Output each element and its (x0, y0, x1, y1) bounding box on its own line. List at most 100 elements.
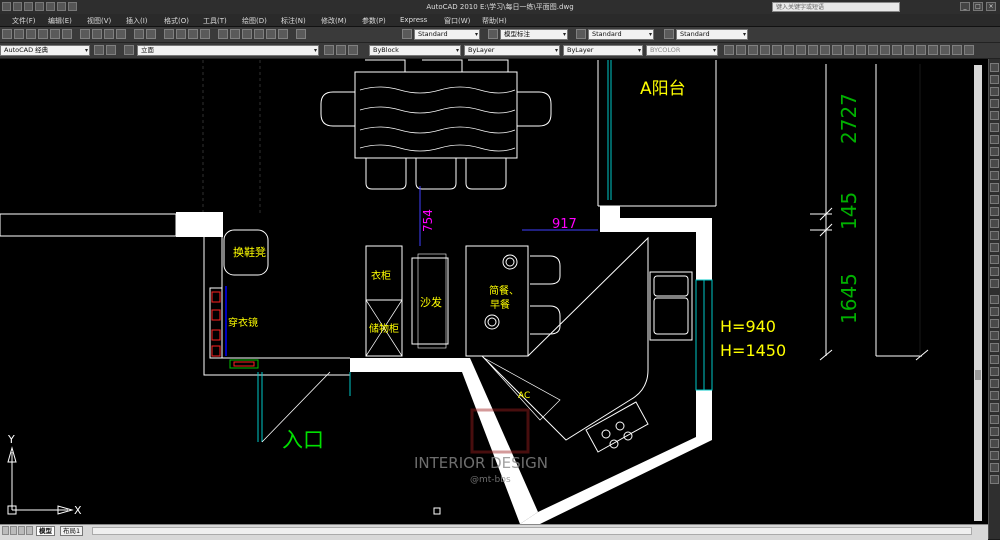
continue-dim-icon[interactable] (844, 45, 854, 55)
mirror-icon[interactable] (990, 319, 999, 328)
center-mark-icon[interactable] (892, 45, 902, 55)
paste-icon[interactable] (104, 29, 114, 39)
prev-tab-icon[interactable] (10, 526, 17, 535)
dim-style-manager-icon[interactable] (964, 45, 974, 55)
menu-tools[interactable]: 工具(T) (203, 16, 227, 26)
make-block-icon[interactable] (990, 207, 999, 216)
lineweight-combo[interactable]: ByLayer ▾ (563, 45, 643, 56)
join-icon[interactable] (990, 439, 999, 448)
baseline-dim-icon[interactable] (832, 45, 842, 55)
menu-edit[interactable]: 编辑(E) (48, 16, 72, 26)
menu-help[interactable]: 帮助(H) (482, 16, 507, 26)
properties-icon[interactable] (218, 29, 228, 39)
menu-parametric[interactable]: 参数(P) (362, 16, 386, 26)
menu-insert[interactable]: 插入(I) (126, 16, 148, 26)
region-icon[interactable] (990, 255, 999, 264)
layer-states-icon[interactable] (124, 45, 134, 55)
array-icon[interactable] (990, 343, 999, 352)
arc-length-icon[interactable] (748, 45, 758, 55)
last-tab-icon[interactable] (26, 526, 33, 535)
inspect-icon[interactable] (904, 45, 914, 55)
drawing-canvas[interactable]: A阳台 换鞋凳 穿衣镜 入口 衣柜 储物柜 沙发 简餐、 早餐 AC 754 9… (0, 59, 988, 524)
layer-walk-icon[interactable] (348, 45, 358, 55)
trim-icon[interactable] (990, 403, 999, 412)
cut-icon[interactable] (80, 29, 90, 39)
radius-dim-icon[interactable] (772, 45, 782, 55)
undo-icon[interactable] (134, 29, 144, 39)
copy-icon[interactable] (92, 29, 102, 39)
fillet-icon[interactable] (990, 463, 999, 472)
break-icon[interactable] (990, 427, 999, 436)
minimize-icon[interactable]: _ (960, 2, 970, 11)
explode-icon[interactable] (990, 475, 999, 484)
linetype-combo[interactable]: ByLayer ▾ (464, 45, 560, 56)
preview-icon[interactable] (50, 29, 60, 39)
dim-break-icon[interactable] (868, 45, 878, 55)
workspace-combo[interactable]: AutoCAD 经典 ▾ (0, 45, 90, 56)
offset-icon[interactable] (990, 331, 999, 340)
menu-draw[interactable]: 绘图(D) (242, 16, 267, 26)
vertical-scrollbar[interactable] (974, 65, 982, 521)
dim-space-icon[interactable] (856, 45, 866, 55)
stretch-icon[interactable] (990, 391, 999, 400)
redo-icon[interactable] (146, 29, 156, 39)
tab-model[interactable]: 模型 (36, 526, 55, 536)
scroll-thumb[interactable] (975, 370, 981, 380)
spline-icon[interactable] (990, 159, 999, 168)
quick-dim-icon[interactable] (820, 45, 830, 55)
dim-text-edit-icon[interactable] (940, 45, 950, 55)
dim-style-combo[interactable]: 模型标注 ▾ (500, 29, 568, 40)
maximize-icon[interactable]: □ (973, 2, 983, 11)
menu-file[interactable]: 文件(F) (12, 16, 36, 26)
help-icon[interactable] (296, 29, 306, 39)
table-icon[interactable] (990, 267, 999, 276)
zoom-window-icon[interactable] (188, 29, 198, 39)
chamfer-icon[interactable] (990, 451, 999, 460)
menu-format[interactable]: 格式(O) (164, 16, 189, 26)
point-icon[interactable] (990, 219, 999, 228)
scale-icon[interactable] (990, 379, 999, 388)
tool-palettes-icon[interactable] (242, 29, 252, 39)
pan-icon[interactable] (164, 29, 174, 39)
plot-icon[interactable] (38, 29, 48, 39)
menu-dimension[interactable]: 标注(N) (281, 16, 306, 26)
gradient-icon[interactable] (990, 243, 999, 252)
menu-modify[interactable]: 修改(M) (321, 16, 347, 26)
menu-express[interactable]: Express (400, 16, 427, 24)
close-icon[interactable]: × (986, 2, 996, 11)
sheet-set-icon[interactable] (254, 29, 264, 39)
tab-layout1[interactable]: 布局1 (60, 526, 84, 536)
ellipse-icon[interactable] (990, 171, 999, 180)
ordinate-dim-icon[interactable] (760, 45, 770, 55)
revcloud-icon[interactable] (990, 147, 999, 156)
angular-dim-icon[interactable] (808, 45, 818, 55)
line-icon[interactable] (990, 63, 999, 72)
search-input[interactable]: 键入关键字或短语 (772, 2, 900, 12)
save-icon[interactable] (26, 29, 36, 39)
layer-combo[interactable]: 立面 ▾ (137, 45, 319, 56)
polyline-icon[interactable] (990, 87, 999, 96)
workspace-settings-icon[interactable] (94, 45, 104, 55)
circle-icon[interactable] (990, 135, 999, 144)
construction-line-icon[interactable] (990, 75, 999, 84)
next-tab-icon[interactable] (18, 526, 25, 535)
dim-update-icon[interactable] (952, 45, 962, 55)
rotate-icon[interactable] (990, 367, 999, 376)
ellipse-arc-icon[interactable] (990, 183, 999, 192)
multiline-text-icon[interactable] (990, 279, 999, 288)
extend-icon[interactable] (990, 415, 999, 424)
color-combo[interactable]: ByBlock ▾ (369, 45, 461, 56)
first-tab-icon[interactable] (2, 526, 9, 535)
horizontal-scrollbar[interactable] (92, 527, 972, 535)
move-icon[interactable] (990, 355, 999, 364)
zoom-previous-icon[interactable] (200, 29, 210, 39)
insert-block-icon[interactable] (990, 195, 999, 204)
tolerance-icon[interactable] (880, 45, 890, 55)
open-icon[interactable] (14, 29, 24, 39)
publish-icon[interactable] (62, 29, 72, 39)
zoom-realtime-icon[interactable] (176, 29, 186, 39)
menu-window[interactable]: 窗口(W) (444, 16, 470, 26)
multileader-style-combo[interactable]: Standard ▾ (676, 29, 748, 40)
design-center-icon[interactable] (230, 29, 240, 39)
polygon-icon[interactable] (990, 99, 999, 108)
